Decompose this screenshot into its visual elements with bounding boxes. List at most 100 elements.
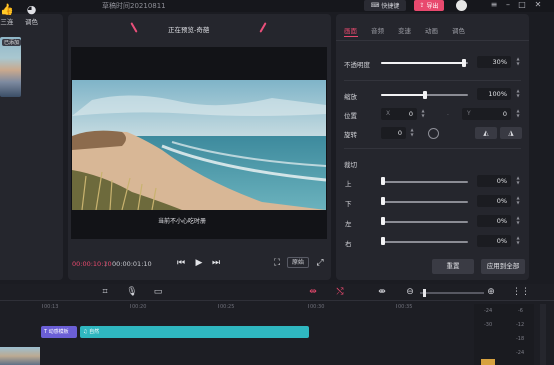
tab-speed[interactable]: 变速	[398, 25, 411, 35]
crop-top-stepper[interactable]: ▲ ▼	[515, 175, 521, 187]
thumbs-up-icon: 👍	[0, 3, 14, 16]
flip-horizontal-icon[interactable]: ◭	[475, 127, 497, 139]
ruler-tick	[218, 304, 219, 308]
divider	[344, 148, 521, 149]
rotation-dial-icon[interactable]	[428, 128, 439, 139]
audio-clip[interactable]: ♫ 自然	[80, 326, 309, 338]
close-icon[interactable]: ✕	[532, 0, 544, 11]
media-thumbnail[interactable]	[0, 37, 21, 97]
ruler-label: 00:25	[220, 304, 235, 310]
position-y-stepper[interactable]: ▲ ▼	[515, 108, 521, 120]
flip-vertical-icon[interactable]: ◮	[500, 127, 522, 139]
apply-all-button[interactable]: 应用到全部	[481, 259, 525, 274]
scale-stepper[interactable]: ▲ ▼	[515, 88, 521, 100]
video-clip[interactable]	[0, 347, 40, 365]
scale-label: 缩放	[344, 93, 357, 101]
rotation-value[interactable]: 0	[381, 127, 406, 139]
export-button[interactable]: ⇪ 导出	[414, 0, 444, 11]
meter-label: -24	[484, 308, 493, 314]
ruler-tick	[396, 304, 397, 308]
microphone-icon[interactable]: 🎙	[126, 286, 138, 298]
crop-right-value[interactable]: 0%	[477, 235, 511, 247]
crop-right-slider[interactable]	[381, 241, 468, 243]
meter-label: -30	[484, 322, 493, 328]
grid-icon[interactable]: ⋮⋮	[512, 286, 530, 298]
reset-button[interactable]: 重置	[432, 259, 474, 274]
fullscreen-icon[interactable]: ⤢	[315, 258, 325, 268]
crop-bottom-slider[interactable]	[381, 201, 468, 203]
crop-bottom-stepper[interactable]: ▲ ▼	[515, 195, 521, 207]
crop-left-value[interactable]: 0%	[477, 215, 511, 227]
zoom-out-icon[interactable]: ⊖	[404, 286, 416, 298]
previous-frame-icon[interactable]: ⏮	[176, 258, 186, 268]
tab-color[interactable]: ◕ 调色	[25, 3, 38, 27]
ruler-label: 00:35	[398, 304, 413, 310]
crop-right-knob[interactable]	[381, 237, 385, 245]
next-frame-icon[interactable]: ⏭	[211, 258, 221, 268]
ruler-tick	[42, 304, 43, 308]
position-label: 位置	[344, 112, 357, 120]
player-title: 正在预览-奇葩	[168, 26, 210, 34]
palette-icon: ◕	[26, 3, 37, 16]
split-icon[interactable]: ⇹	[307, 286, 319, 298]
camera-icon[interactable]: ▭	[152, 286, 164, 298]
tab-picture[interactable]: 画面	[344, 25, 357, 35]
crop-top-label: 上	[345, 180, 352, 188]
tab-color[interactable]: 调色	[452, 25, 465, 35]
zoom-slider-knob[interactable]	[423, 289, 426, 297]
maximize-icon[interactable]: □	[516, 0, 528, 11]
ruler-label: 00:20	[132, 304, 147, 310]
x-prefix: X	[386, 110, 391, 117]
crop-bottom-value[interactable]: 0%	[477, 195, 511, 207]
rotation-stepper[interactable]: ▲ ▼	[409, 127, 415, 139]
zoom-in-icon[interactable]: ⊕	[485, 286, 497, 298]
position-y-value: 0	[502, 110, 507, 118]
scale-slider-fill	[381, 94, 425, 96]
link-icon[interactable]: ⤭	[334, 286, 346, 298]
crop-left-slider[interactable]	[381, 221, 468, 223]
position-x-stepper[interactable]: ▲ ▼	[420, 108, 426, 120]
ruler-label: 00:30	[310, 304, 325, 310]
scale-slider-knob[interactable]	[423, 91, 427, 99]
total-time: 00:00:01:10	[112, 260, 152, 268]
menu-icon[interactable]: ≡	[488, 0, 500, 11]
opacity-stepper[interactable]: ▲ ▼	[515, 56, 521, 68]
crop-top-value[interactable]: 0%	[477, 175, 511, 187]
minimize-icon[interactable]: –	[502, 0, 514, 11]
meter-label: -24	[516, 350, 525, 356]
smart-cut-icon[interactable]: ⌗	[99, 286, 111, 298]
divider	[0, 300, 554, 301]
crop-left-knob[interactable]	[381, 217, 385, 225]
crop-bottom-knob[interactable]	[381, 197, 385, 205]
crop-top-knob[interactable]	[381, 177, 385, 185]
scale-value[interactable]: 100%	[477, 88, 511, 100]
export-icon: ⇪	[419, 2, 425, 9]
snap-icon[interactable]: ⇼	[376, 286, 388, 298]
shortcut-button[interactable]: ⌨ 快捷键	[364, 0, 406, 11]
opacity-value[interactable]: 30%	[477, 56, 511, 68]
y-prefix: Y	[467, 110, 471, 117]
timeline-panel	[0, 284, 554, 365]
timeline-scrollbar[interactable]	[540, 304, 546, 365]
play-icon[interactable]: ▶	[194, 258, 204, 268]
tab-animation[interactable]: 动画	[425, 25, 438, 35]
shortcut-label: 快捷键	[381, 3, 400, 10]
tab-three-link[interactable]: 👍 三连	[0, 3, 14, 27]
crop-top-slider[interactable]	[381, 181, 468, 183]
position-x-field[interactable]: X 0	[381, 108, 417, 120]
export-label: 导出	[426, 3, 439, 10]
crop-icon[interactable]: ⛶	[272, 258, 282, 268]
link-dot: ·	[447, 112, 449, 119]
position-y-field[interactable]: Y 0	[462, 108, 511, 120]
title-bar	[0, 0, 554, 12]
subtitle-clip[interactable]: T 动感模板	[41, 326, 77, 338]
avatar[interactable]	[456, 0, 467, 11]
crop-right-stepper[interactable]: ▲ ▼	[515, 235, 521, 247]
tab-label: 三连	[0, 18, 14, 26]
zoom-slider[interactable]	[420, 292, 484, 294]
tab-audio[interactable]: 音频	[371, 25, 384, 35]
crop-left-stepper[interactable]: ▲ ▼	[515, 215, 521, 227]
crop-label: 裁切	[344, 161, 357, 169]
ratio-select[interactable]: 原始	[287, 257, 309, 268]
opacity-slider-knob[interactable]	[462, 59, 466, 67]
